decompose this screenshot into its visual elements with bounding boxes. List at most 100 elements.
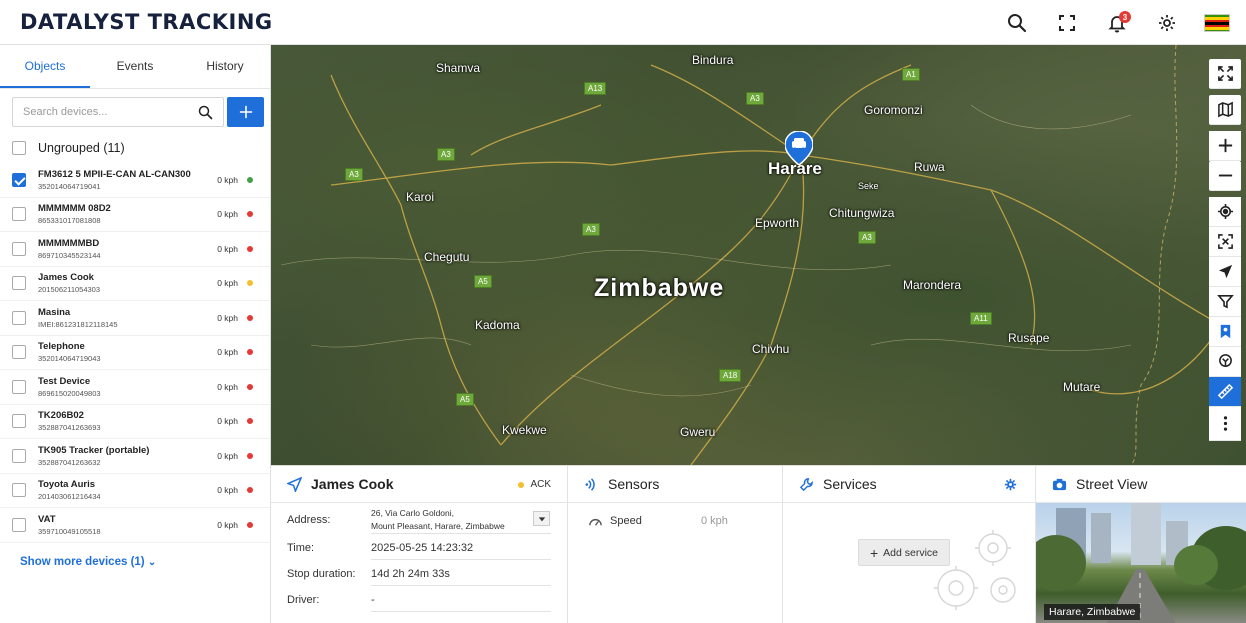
device-list-item[interactable]: Masina IMEI:861231812118145 0 kph <box>0 301 270 336</box>
zoom-out-icon[interactable] <box>1209 161 1241 191</box>
wrench-icon <box>799 477 813 491</box>
more-options-icon[interactable] <box>1209 407 1241 441</box>
map-view[interactable]: Shamva Bindura Goromonzi Harare Ruwa Kar… <box>271 45 1246 465</box>
device-list-item[interactable]: MMMMMM 08D2 865331017081808 0 kph <box>0 198 270 232</box>
device-status-dot <box>247 314 253 321</box>
group-checkbox[interactable] <box>12 141 26 155</box>
geofence-icon[interactable] <box>1209 347 1241 377</box>
device-checkbox[interactable] <box>12 310 26 325</box>
device-speed: 0 kph <box>217 174 238 185</box>
map-city-label: Chegutu <box>424 250 470 264</box>
device-list-item[interactable]: VAT 359710049105518 0 kph <box>0 508 270 543</box>
vehicle-marker-pin[interactable] <box>785 131 813 165</box>
navigation-arrow-icon[interactable] <box>1209 257 1241 287</box>
object-panel-title: James Cook <box>311 476 394 492</box>
device-list-item[interactable]: James Cook 201506211054303 0 kph <box>0 267 270 301</box>
device-name: Test Device <box>38 375 91 387</box>
sidebar-tabs: Objects Events History <box>0 45 270 89</box>
ruler-icon[interactable] <box>1209 377 1241 407</box>
device-info: MMMMMM 08D2 865331017081808 <box>38 203 213 225</box>
device-info: Masina IMEI:861231812118145 <box>38 307 213 329</box>
fit-bounds-icon[interactable] <box>1209 227 1241 257</box>
device-imei: 201506211054303 <box>38 285 101 295</box>
device-imei: 865331017081808 <box>38 216 101 226</box>
app-title: DATALYST TRACKING <box>20 10 273 34</box>
divider <box>371 533 551 534</box>
device-checkbox[interactable] <box>12 517 26 532</box>
object-panel-header: James Cook ACK <box>271 466 567 503</box>
device-list-item[interactable]: Toyota Auris 201403061216434 0 kph <box>0 474 270 508</box>
device-status-dot <box>247 452 253 459</box>
street-view-image[interactable]: Harare, Zimbabwe <box>1036 503 1246 623</box>
map-toolbar <box>1209 59 1241 441</box>
device-checkbox[interactable] <box>12 379 26 394</box>
services-panel-title: Services <box>823 476 877 492</box>
filter-icon[interactable] <box>1209 287 1241 317</box>
ack-label: ACK <box>530 479 551 490</box>
device-checkbox[interactable] <box>12 448 26 463</box>
notifications-bell-icon[interactable]: 3 <box>1092 0 1142 45</box>
road-label: A3 <box>437 148 455 161</box>
tab-objects[interactable]: Objects <box>0 45 90 88</box>
device-imei: 869710345523144 <box>38 250 101 260</box>
zoom-in-icon[interactable] <box>1209 131 1241 161</box>
device-list-item[interactable]: TK905 Tracker (portable) 352887041263632 0… <box>0 439 270 474</box>
road-network <box>280 45 1222 465</box>
expand-map-icon[interactable] <box>1209 59 1241 89</box>
device-checkbox[interactable] <box>12 276 26 291</box>
search-icon[interactable] <box>992 0 1042 45</box>
tab-history[interactable]: History <box>180 45 270 88</box>
address-dropdown-button[interactable] <box>533 511 550 526</box>
language-flag-icon[interactable] <box>1192 0 1242 45</box>
device-checkbox[interactable] <box>12 207 26 222</box>
device-list-item[interactable]: Telephone 352014064719043 0 kph <box>0 336 270 370</box>
bottom-panels: James Cook ACK Address: 26, Via Carlo Go… <box>271 465 1246 623</box>
device-info: FM3612 5 MPII-E-CAN AL-CAN300 35201406471… <box>38 169 213 191</box>
locate-icon[interactable] <box>1209 197 1241 227</box>
road-label: A3 <box>746 92 764 105</box>
divider <box>371 585 551 586</box>
add-device-button[interactable] <box>227 97 264 127</box>
search-icon[interactable] <box>198 105 213 120</box>
gear-icon[interactable] <box>1004 478 1017 491</box>
road-label: A1 <box>902 68 920 81</box>
plus-icon: + <box>869 544 879 561</box>
device-search-input[interactable] <box>23 106 193 118</box>
device-list-item[interactable]: TK206B02 352887041263693 0 kph <box>0 405 270 439</box>
device-info: VAT 359710049105518 <box>38 514 213 536</box>
device-checkbox[interactable] <box>12 483 26 498</box>
top-icons: 3 <box>992 0 1246 45</box>
device-list-item[interactable]: Test Device 869615020049803 0 kph <box>0 370 270 405</box>
map-city-label: Goromonzi <box>864 103 923 117</box>
device-checkbox[interactable] <box>12 345 26 360</box>
road-label: A18 <box>719 369 742 382</box>
driver-label: Driver: <box>287 594 320 606</box>
show-more-devices-link[interactable]: Show more devices (1) ⌄ <box>20 556 156 568</box>
device-speed: 0 kph <box>217 450 238 461</box>
bookmark-icon[interactable] <box>1209 317 1241 347</box>
device-speed: 0 kph <box>217 312 238 323</box>
tab-events[interactable]: Events <box>90 45 180 88</box>
fullscreen-icon[interactable] <box>1042 0 1092 45</box>
device-name: Telephone <box>38 341 85 353</box>
device-speed: 0 kph <box>217 519 238 530</box>
map-layers-icon[interactable] <box>1209 95 1241 125</box>
device-checkbox[interactable] <box>12 414 26 429</box>
gear-icon[interactable] <box>1142 0 1192 45</box>
device-info: Test Device 869615020049803 <box>38 376 213 398</box>
device-list-item[interactable]: FM3612 5 MPII-E-CAN AL-CAN300 35201406471… <box>0 163 270 198</box>
device-info: TK206B02 352887041263693 <box>38 410 213 432</box>
plus-icon <box>239 105 252 119</box>
device-checkbox[interactable] <box>12 241 26 256</box>
signal-icon <box>585 477 595 491</box>
ack-button[interactable]: ACK <box>518 479 551 490</box>
device-name: James Cook <box>38 272 94 284</box>
speed-sensor-value: 0 kph <box>701 515 728 527</box>
group-row-ungrouped[interactable]: Ungrouped (11) <box>12 141 125 155</box>
device-list-item[interactable]: MMMMMMBD 869710345523144 0 kph <box>0 232 270 267</box>
device-speed: 0 kph <box>217 209 238 220</box>
street-view-title: Street View <box>1076 476 1148 492</box>
device-checkbox[interactable] <box>12 172 26 187</box>
device-name: MMMMMM 08D2 <box>38 203 111 215</box>
device-status-dot <box>247 280 253 287</box>
